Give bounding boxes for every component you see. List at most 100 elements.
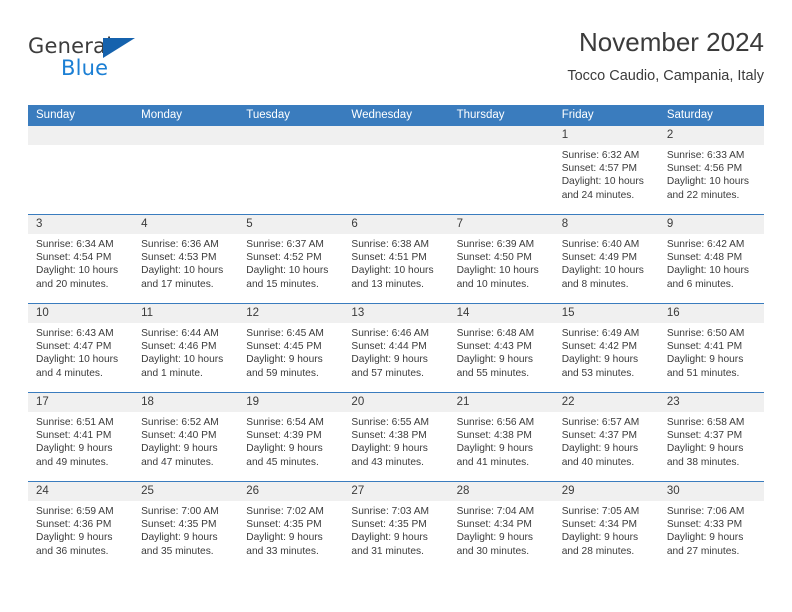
sunrise-text: Sunrise: 6:38 AM: [351, 239, 430, 250]
daylight-text: Daylight: 9 hours and 41 minutes.: [456, 443, 534, 468]
sunrise-text: Sunrise: 6:54 AM: [246, 417, 324, 428]
calendar-day-cell[interactable]: 11 Sunrise: 6:44 AM Sunset: 4:46 PM Dayligh…: [133, 304, 239, 392]
brand-name-blue: Blue: [61, 56, 109, 80]
sunset-text: Sunset: 4:52 PM: [246, 252, 322, 264]
day-number: 10: [28, 304, 134, 323]
calendar-day-cell[interactable]: 25 Sunrise: 7:00 AM Sunset: 4:35 PM Dayligh…: [133, 482, 239, 570]
calendar-day-cell[interactable]: 7 Sunrise: 6:39 AM Sunset: 4:50 PM Daylight…: [448, 215, 554, 303]
sunrise-text: Sunrise: 6:42 AM: [666, 239, 745, 250]
calendar-day-cell[interactable]: 10 Sunrise: 6:43 AM Sunset: 4:47 PM Dayligh…: [28, 304, 134, 392]
sunrise-text: Sunrise: 7:05 AM: [561, 506, 640, 517]
day-number: 15: [553, 304, 659, 323]
brand-logo[interactable]: General Blue: [28, 34, 228, 90]
sunrise-text: Sunrise: 6:44 AM: [141, 328, 219, 339]
day-number: [28, 126, 134, 145]
sunset-text: Sunset: 4:40 PM: [141, 430, 217, 442]
day-number: 5: [238, 215, 344, 234]
calendar-day-cell[interactable]: 23 Sunrise: 6:58 AM Sunset: 4:37 PM Dayligh…: [658, 393, 764, 481]
sunset-text: Sunset: 4:45 PM: [246, 341, 322, 353]
calendar-day-cell[interactable]: 21 Sunrise: 6:56 AM Sunset: 4:38 PM Dayligh…: [448, 393, 554, 481]
sunset-text: Sunset: 4:35 PM: [351, 519, 427, 531]
day-number: [448, 126, 554, 145]
brand-name-general: General: [28, 34, 113, 58]
day-sun-info: Sunrise: 7:06 AM Sunset: 4:33 PM Daylight:…: [659, 501, 764, 558]
sunrise-text: Sunrise: 6:58 AM: [666, 417, 745, 428]
calendar-day-cell[interactable]: 14 Sunrise: 6:48 AM Sunset: 4:43 PM Dayligh…: [448, 304, 554, 392]
day-number: 7: [448, 215, 554, 234]
sunrise-text: Sunrise: 6:56 AM: [456, 417, 535, 428]
day-sun-info: Sunrise: 6:34 AM Sunset: 4:54 PM Daylight:…: [28, 234, 133, 291]
calendar-day-cell[interactable]: 12 Sunrise: 6:45 AM Sunset: 4:45 PM Dayligh…: [238, 304, 344, 392]
day-sun-info: Sunrise: 6:49 AM Sunset: 4:42 PM Daylight:…: [554, 323, 659, 380]
sunset-text: Sunset: 4:44 PM: [351, 341, 427, 353]
calendar-day-cell[interactable]: 30 Sunrise: 7:06 AM Sunset: 4:33 PM Dayligh…: [658, 482, 764, 570]
sunrise-text: Sunrise: 6:51 AM: [36, 417, 114, 428]
calendar-day-cell[interactable]: 20 Sunrise: 6:55 AM Sunset: 4:38 PM Dayligh…: [343, 393, 449, 481]
sunset-text: Sunset: 4:33 PM: [666, 519, 743, 531]
day-sun-info: Sunrise: 6:52 AM Sunset: 4:40 PM Daylight:…: [133, 412, 238, 469]
calendar-day-cell[interactable]: 2 Sunrise: 6:33 AM Sunset: 4:56 PM Daylight…: [658, 126, 764, 214]
sunrise-text: Sunrise: 7:00 AM: [141, 506, 219, 517]
sunrise-text: Sunrise: 7:02 AM: [246, 506, 324, 517]
day-sun-info: Sunrise: 6:51 AM Sunset: 4:41 PM Daylight:…: [28, 412, 133, 469]
sunset-text: Sunset: 4:54 PM: [36, 252, 112, 264]
day-number: [343, 126, 449, 145]
day-sun-info: Sunrise: 6:38 AM Sunset: 4:51 PM Daylight:…: [343, 234, 448, 291]
calendar-day-cell-empty: [133, 126, 239, 214]
calendar-day-cell[interactable]: 4 Sunrise: 6:36 AM Sunset: 4:53 PM Daylight…: [133, 215, 239, 303]
page-header: General Blue November 2024 Tocco Caudio,…: [28, 26, 764, 98]
calendar-day-cell[interactable]: 16 Sunrise: 6:50 AM Sunset: 4:41 PM Dayligh…: [658, 304, 764, 392]
calendar-day-cell[interactable]: 19 Sunrise: 6:54 AM Sunset: 4:39 PM Dayligh…: [238, 393, 344, 481]
day-sun-info: Sunrise: 6:32 AM Sunset: 4:57 PM Daylight:…: [554, 145, 659, 202]
day-number: 17: [28, 393, 134, 412]
daylight-text: Daylight: 10 hours and 20 minutes.: [36, 265, 119, 290]
calendar-page: General Blue November 2024 Tocco Caudio,…: [0, 0, 792, 612]
sunset-text: Sunset: 4:35 PM: [141, 519, 217, 531]
calendar-day-cell[interactable]: 13 Sunrise: 6:46 AM Sunset: 4:44 PM Dayligh…: [343, 304, 449, 392]
calendar-day-cell[interactable]: 22 Sunrise: 6:57 AM Sunset: 4:37 PM Dayligh…: [553, 393, 659, 481]
weekday-monday: Monday: [141, 109, 183, 121]
day-sun-info: Sunrise: 7:05 AM Sunset: 4:34 PM Daylight:…: [554, 501, 659, 558]
daylight-text: Daylight: 9 hours and 51 minutes.: [666, 354, 744, 379]
calendar-day-cell[interactable]: 24 Sunrise: 6:59 AM Sunset: 4:36 PM Dayligh…: [28, 482, 134, 570]
sunrise-text: Sunrise: 6:45 AM: [246, 328, 324, 339]
daylight-text: Daylight: 10 hours and 8 minutes.: [561, 265, 644, 290]
sunset-text: Sunset: 4:41 PM: [666, 341, 743, 353]
daylight-text: Daylight: 9 hours and 30 minutes.: [456, 532, 534, 557]
calendar-day-cell[interactable]: 5 Sunrise: 6:37 AM Sunset: 4:52 PM Daylight…: [238, 215, 344, 303]
day-sun-info: Sunrise: 6:54 AM Sunset: 4:39 PM Daylight:…: [238, 412, 343, 469]
calendar-day-cell[interactable]: 1 Sunrise: 6:32 AM Sunset: 4:57 PM Daylight…: [553, 126, 659, 214]
day-sun-info: Sunrise: 6:36 AM Sunset: 4:53 PM Daylight:…: [133, 234, 238, 291]
sunrise-text: Sunrise: 6:52 AM: [141, 417, 219, 428]
calendar-day-cell[interactable]: 6 Sunrise: 6:38 AM Sunset: 4:51 PM Daylight…: [343, 215, 449, 303]
calendar-day-cell[interactable]: 3 Sunrise: 6:34 AM Sunset: 4:54 PM Daylight…: [28, 215, 134, 303]
daylight-text: Daylight: 9 hours and 27 minutes.: [666, 532, 744, 557]
day-number: 4: [133, 215, 239, 234]
calendar-week-row: 1 Sunrise: 6:32 AM Sunset: 4:57 PM Daylight…: [28, 126, 764, 214]
calendar-day-cell[interactable]: 8 Sunrise: 6:40 AM Sunset: 4:49 PM Daylight…: [553, 215, 659, 303]
calendar-day-cell[interactable]: 9 Sunrise: 6:42 AM Sunset: 4:48 PM Daylight…: [658, 215, 764, 303]
calendar-day-cell[interactable]: 18 Sunrise: 6:52 AM Sunset: 4:40 PM Dayligh…: [133, 393, 239, 481]
calendar-day-cell[interactable]: 29 Sunrise: 7:05 AM Sunset: 4:34 PM Dayligh…: [553, 482, 659, 570]
calendar-day-cell[interactable]: 26 Sunrise: 7:02 AM Sunset: 4:35 PM Dayligh…: [238, 482, 344, 570]
calendar-day-cell[interactable]: 17 Sunrise: 6:51 AM Sunset: 4:41 PM Dayligh…: [28, 393, 134, 481]
daylight-text: Daylight: 10 hours and 17 minutes.: [141, 265, 224, 290]
sunset-text: Sunset: 4:38 PM: [351, 430, 427, 442]
sunrise-text: Sunrise: 6:49 AM: [561, 328, 640, 339]
calendar-day-cell[interactable]: 15 Sunrise: 6:49 AM Sunset: 4:42 PM Dayligh…: [553, 304, 659, 392]
day-sun-info: Sunrise: 6:55 AM Sunset: 4:38 PM Daylight:…: [343, 412, 448, 469]
sunrise-text: Sunrise: 6:46 AM: [351, 328, 430, 339]
sunset-text: Sunset: 4:51 PM: [351, 252, 427, 264]
daylight-text: Daylight: 9 hours and 31 minutes.: [351, 532, 428, 557]
daylight-text: Daylight: 9 hours and 53 minutes.: [561, 354, 639, 379]
day-sun-info: Sunrise: 6:42 AM Sunset: 4:48 PM Daylight:…: [659, 234, 764, 291]
calendar-day-cell[interactable]: 27 Sunrise: 7:03 AM Sunset: 4:35 PM Dayligh…: [343, 482, 449, 570]
day-number: 14: [448, 304, 554, 323]
day-sun-info: Sunrise: 6:48 AM Sunset: 4:43 PM Daylight:…: [449, 323, 554, 380]
sunset-text: Sunset: 4:57 PM: [561, 163, 638, 175]
day-number: 30: [658, 482, 764, 501]
sunrise-text: Sunrise: 6:55 AM: [351, 417, 430, 428]
sunrise-text: Sunrise: 6:40 AM: [561, 239, 640, 250]
daylight-text: Daylight: 10 hours and 6 minutes.: [666, 265, 749, 290]
calendar-day-cell[interactable]: 28 Sunrise: 7:04 AM Sunset: 4:34 PM Dayligh…: [448, 482, 554, 570]
